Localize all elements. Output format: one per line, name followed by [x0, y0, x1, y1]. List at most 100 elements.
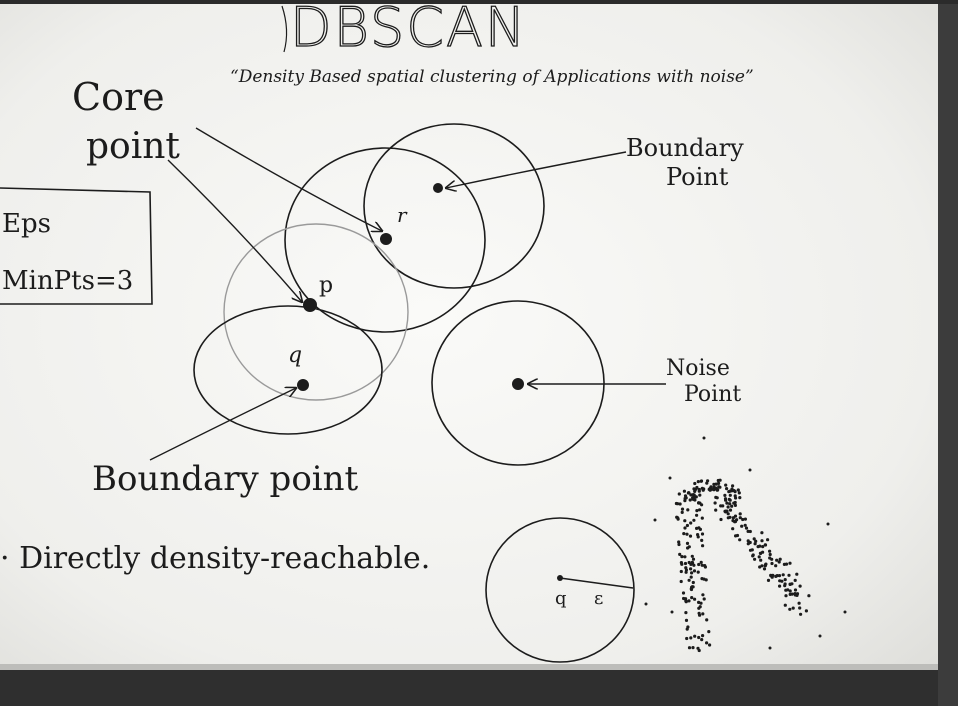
cluster-dot [687, 560, 691, 565]
cluster-dot [788, 582, 792, 587]
cluster-dot [692, 563, 696, 567]
cluster-dot [768, 556, 772, 560]
cluster-dot [696, 646, 700, 650]
boundary-top-label-line1: Boundary [626, 134, 744, 162]
cluster-dot [687, 578, 691, 582]
cluster-dot [763, 543, 768, 547]
board-frame-right [938, 0, 958, 706]
cluster-dot [746, 539, 750, 543]
cluster-dot [705, 481, 709, 485]
cluster-dot [753, 557, 757, 561]
cluster-dot [684, 618, 689, 623]
cluster-dot [700, 503, 704, 507]
cluster-dot [700, 516, 704, 520]
cluster-dot [777, 574, 782, 578]
cluster-dot [799, 612, 803, 616]
cluster-dot [689, 567, 693, 571]
cluster-dot [701, 544, 705, 548]
cluster-dot [778, 557, 782, 561]
noise-label-line2: Point [684, 382, 741, 407]
cluster-dot [683, 561, 688, 566]
cluster-dot [774, 564, 778, 568]
cluster-dot [690, 571, 694, 575]
cluster-dot [708, 643, 712, 647]
cluster-dot [804, 609, 809, 613]
cluster-dot [708, 488, 712, 492]
cluster-dot [740, 524, 744, 528]
cluster-dot [734, 496, 738, 500]
cluster-dot [788, 607, 792, 611]
cluster-dot [762, 567, 767, 571]
cluster-dot [705, 641, 709, 645]
cluster-dot [668, 476, 672, 480]
cluster-dot [728, 493, 732, 497]
cluster-dot [679, 579, 683, 584]
title-text: DBSCAN [290, 0, 527, 59]
label-q-small: q [555, 588, 567, 609]
cluster-dot [790, 592, 794, 596]
whiteboard-drawing: DBSCAN “Density Based spatial clustering… [0, 0, 958, 706]
cluster-dot [756, 545, 760, 549]
board-tray [0, 668, 958, 706]
cluster-dot [807, 594, 811, 598]
cluster-dot [798, 584, 802, 588]
cluster-dot [788, 561, 792, 565]
cluster-dot [737, 491, 741, 495]
cluster-dot [695, 526, 699, 531]
label-epsilon: ε [594, 588, 603, 609]
cluster-dot [687, 491, 691, 495]
cluster-dot [715, 487, 719, 491]
cluster-dot [692, 569, 697, 573]
cluster-dot [696, 570, 700, 574]
cluster-dot [784, 594, 788, 598]
cluster-dot [687, 545, 691, 549]
cluster-dot [702, 436, 706, 440]
cluster-dot [703, 565, 708, 569]
cluster-dot [689, 587, 693, 591]
cluster-dot [689, 521, 693, 525]
cluster-dot [724, 483, 728, 487]
cluster-dot [700, 638, 704, 642]
cluster-dot [795, 572, 799, 576]
cluster-dot [843, 610, 847, 614]
cluster-dot [685, 523, 690, 528]
cluster-dot [786, 588, 790, 592]
cluster-dot [695, 513, 699, 517]
cluster-dot [682, 532, 686, 536]
cluster-dot [691, 580, 695, 585]
cluster-dot [787, 573, 791, 577]
cluster-dot [683, 526, 687, 530]
cluster-dot [733, 500, 737, 505]
cluster-dot [681, 591, 686, 595]
cluster-dot [715, 496, 719, 500]
cluster-dot [743, 517, 748, 521]
cluster-dot [731, 527, 735, 531]
cluster-dot [684, 568, 689, 572]
cluster-dot [826, 522, 830, 526]
directly-reachable-note: · Directly density-reachable. [0, 541, 430, 576]
cluster-dot [718, 485, 722, 489]
label-p: p [319, 273, 333, 298]
cluster-dot [743, 523, 747, 527]
cluster-dot [719, 517, 723, 522]
cluster-dot [750, 548, 754, 552]
cluster-dot [686, 508, 690, 512]
cluster-dot [693, 481, 697, 486]
cluster-dot [731, 484, 735, 488]
cluster-dot [723, 493, 727, 497]
cluster-dot [768, 646, 772, 650]
cluster-dot [728, 489, 732, 493]
cluster-dot [783, 603, 787, 607]
cluster-dot [690, 554, 694, 558]
noise-label-line1: Noise [666, 356, 730, 381]
cluster-dot [678, 502, 682, 506]
cluster-dot [677, 542, 681, 547]
cluster-dot [675, 515, 679, 519]
cluster-dot [736, 488, 740, 492]
cluster-dot [685, 532, 689, 536]
cluster-dot [644, 602, 648, 606]
cluster-dot [712, 482, 716, 486]
label-r: r [397, 203, 408, 227]
point-p [303, 298, 317, 312]
cluster-dot [735, 533, 740, 538]
